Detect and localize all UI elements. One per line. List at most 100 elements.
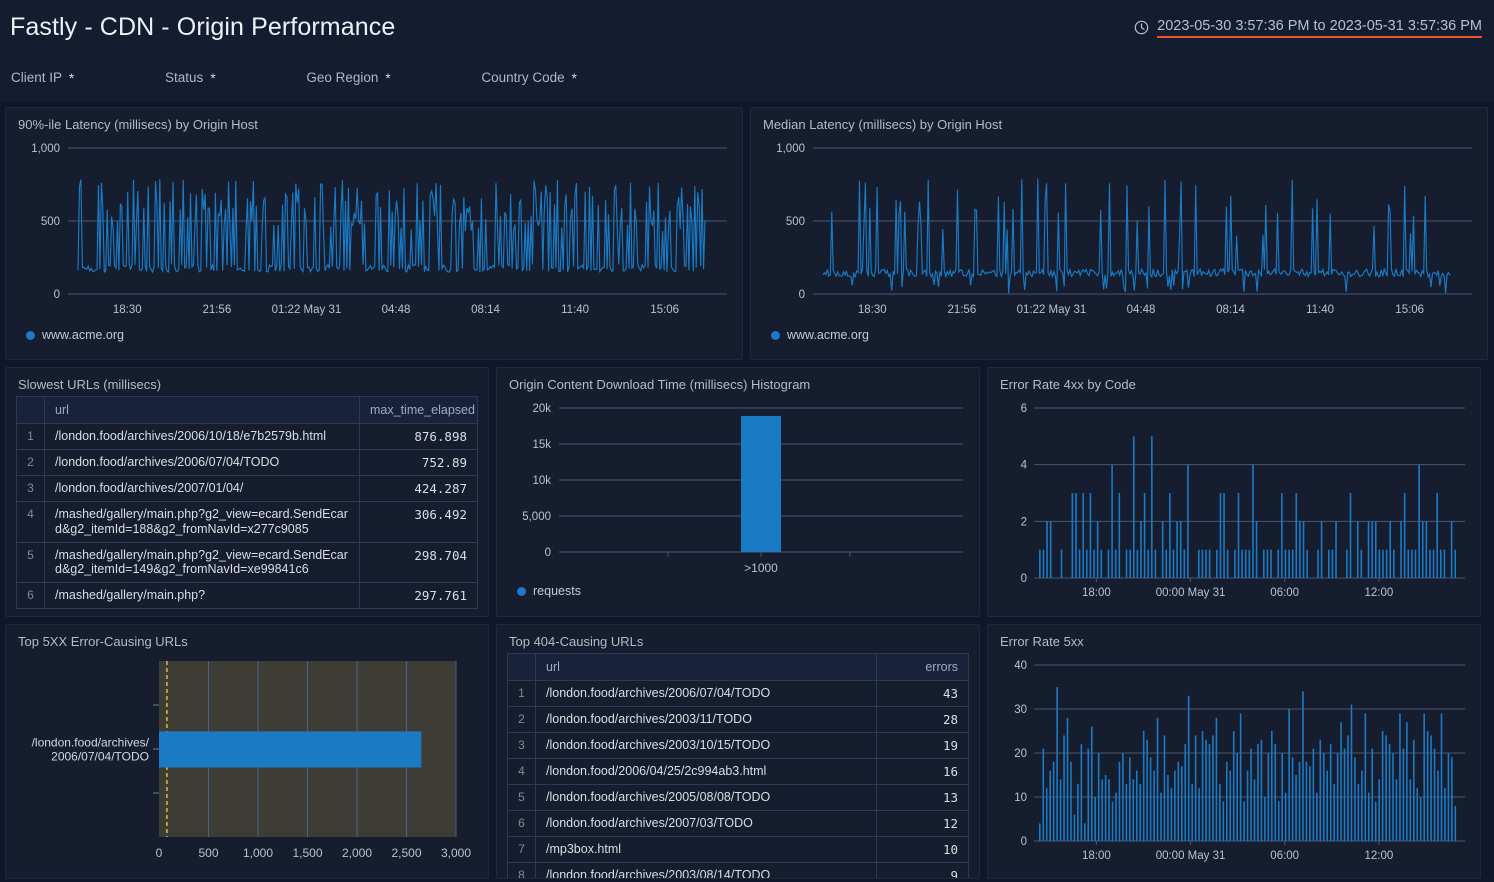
svg-text:1,500: 1,500 [292,846,322,860]
cell-url[interactable]: /london.food/archives/2007/03/TODO [536,811,877,837]
legend-dot-icon [771,331,780,340]
svg-text:20k: 20k [532,403,551,415]
table-top-404-urls[interactable]: url errors 1/london.food/archives/2006/0… [507,653,969,879]
chart-error-4xx[interactable]: 024618:0000:00 May 3106:0012:00 [998,396,1470,606]
cell-errors: 10 [877,837,969,863]
svg-text:500: 500 [41,216,60,228]
cell-url[interactable]: /london.food/archives/2003/10/15/TODO [536,733,877,759]
column-header-url[interactable]: url [536,654,877,681]
cell-errors: 9 [877,863,969,880]
svg-text:12:00: 12:00 [1364,587,1393,599]
svg-text:0: 0 [545,547,551,559]
chart-top-5xx-urls[interactable]: 05001,0001,5002,0002,5003,000/london.foo… [16,653,478,869]
svg-text:15k: 15k [532,439,551,451]
table-row[interactable]: 8/london.food/archives/2003/08/14/TODO9 [508,863,969,880]
chart-download-histogram[interactable]: 05,00010k15k20k>1000 [507,396,969,582]
cell-errors: 13 [877,785,969,811]
svg-text:1,000: 1,000 [243,846,273,860]
legend-label[interactable]: requests [533,584,581,598]
row-index: 8 [508,863,536,880]
svg-text:6: 6 [1021,403,1027,415]
cell-url[interactable]: /london.food/archives/2006/07/04/TODO [45,450,360,476]
svg-text:2: 2 [1021,516,1027,528]
svg-text:500: 500 [786,216,805,228]
svg-text:1,000: 1,000 [31,143,60,155]
cell-url[interactable]: /london.food/archives/2007/01/04/ [45,476,360,502]
cell-url[interactable]: /london.food/archives/2005/08/08/TODO [536,785,877,811]
filter-value-geo-region[interactable]: * [385,71,390,86]
chart-median-latency[interactable]: 05001,00018:3021:5601:22 May 3104:4808:1… [761,136,1477,326]
panel-title: Median Latency (millisecs) by Origin Hos… [763,117,1477,132]
cell-url[interactable]: /mashed/gallery/main.php?g2_view=ecard.S… [45,502,360,543]
svg-text:500: 500 [198,846,218,860]
time-range-picker[interactable]: 2023-05-30 3:57:36 PM to 2023-05-31 3:57… [1134,18,1482,38]
table-slowest-urls[interactable]: url max_time_elapsed 1/london.food/archi… [16,396,478,609]
cell-url[interactable]: /mp3box.html [536,837,877,863]
filter-geo-region[interactable]: Geo Region * [306,70,447,88]
filter-label: Country Code [481,70,564,88]
cell-url[interactable]: /london.food/archives/2006/10/18/e7b2579… [45,424,360,450]
panel-top-404: Top 404-Causing URLs url errors 1/london… [496,624,980,879]
filter-client-ip[interactable]: Client IP * [11,70,131,88]
table-row[interactable]: 4/mashed/gallery/main.php?g2_view=ecard.… [17,502,478,543]
svg-text:2006/07/04/TODO: 2006/07/04/TODO [51,749,149,763]
table-row[interactable]: 3/london.food/archives/2003/10/15/TODO19 [508,733,969,759]
panel-title: Slowest URLs (millisecs) [18,377,478,392]
table-row[interactable]: 2/london.food/archives/2003/11/TODO28 [508,707,969,733]
table-row[interactable]: 7/mp3box.html10 [508,837,969,863]
svg-text:21:56: 21:56 [947,304,976,316]
row-index: 3 [17,476,45,502]
table-header-row: url max_time_elapsed [17,397,478,424]
table-row[interactable]: 6/mashed/gallery/main.php?297.761 [17,583,478,609]
cell-url[interactable]: /london.food/archives/2003/11/TODO [536,707,877,733]
table-row[interactable]: 5/mashed/gallery/main.php?g2_view=ecard.… [17,542,478,583]
panel-title: Error Rate 5xx [1000,634,1470,649]
table-row[interactable]: 3/london.food/archives/2007/01/04/424.28… [17,476,478,502]
svg-text:08:14: 08:14 [1216,304,1245,316]
legend-label[interactable]: www.acme.org [42,328,124,342]
table-row[interactable]: 4/london.food/2006/04/25/2c994ab3.html16 [508,759,969,785]
cell-url[interactable]: /london.food/archives/2003/08/14/TODO [536,863,877,880]
row-index: 6 [508,811,536,837]
cell-url[interactable]: /mashed/gallery/main.php? [45,583,360,609]
panel-title: Origin Content Download Time (millisecs)… [509,377,969,392]
filter-value-country-code[interactable]: * [572,71,577,86]
column-header-url[interactable]: url [45,397,360,424]
cell-url[interactable]: /mashed/gallery/main.php?g2_view=ecard.S… [45,542,360,583]
table-row[interactable]: 1/london.food/archives/2006/07/04/TODO43 [508,681,969,707]
svg-text:0: 0 [1021,836,1027,848]
svg-text:0: 0 [54,289,60,301]
svg-text:10: 10 [1014,792,1027,804]
table-row[interactable]: 2/london.food/archives/2006/07/04/TODO75… [17,450,478,476]
filter-value-client-ip[interactable]: * [69,71,74,86]
svg-text:/london.food/archives/: /london.food/archives/ [32,735,150,749]
column-header-errors[interactable]: errors [877,654,969,681]
svg-text:0: 0 [799,289,805,301]
filter-status[interactable]: Status * [165,70,272,88]
chart-p90-latency[interactable]: 05001,00018:3021:5601:22 May 3104:4808:1… [16,136,732,326]
svg-text:4: 4 [1021,460,1028,472]
row-index: 1 [17,424,45,450]
table-row[interactable]: 1/london.food/archives/2006/10/18/e7b257… [17,424,478,450]
panel-title: Top 404-Causing URLs [509,634,969,649]
svg-text:04:48: 04:48 [382,304,411,316]
cell-url[interactable]: /london.food/archives/2006/07/04/TODO [536,681,877,707]
svg-text:11:40: 11:40 [561,304,589,316]
dashboard-grid: 90%-ile Latency (millisecs) by Origin Ho… [0,102,1494,879]
panel-median-latency: Median Latency (millisecs) by Origin Hos… [750,107,1488,360]
panel-error-5xx: Error Rate 5xx 01020304018:0000:00 May 3… [987,624,1481,879]
cell-url[interactable]: /london.food/2006/04/25/2c994ab3.html [536,759,877,785]
time-range-label[interactable]: 2023-05-30 3:57:36 PM to 2023-05-31 3:57… [1157,18,1482,38]
chart-error-5xx[interactable]: 01020304018:0000:00 May 3106:0012:00 [998,653,1470,869]
table-row[interactable]: 5/london.food/archives/2005/08/08/TODO13 [508,785,969,811]
table-row[interactable]: 6/london.food/archives/2007/03/TODO12 [508,811,969,837]
row-index: 5 [17,542,45,583]
row-index-header [508,654,536,681]
svg-text:21:56: 21:56 [202,304,231,316]
cell-errors: 28 [877,707,969,733]
filter-country-code[interactable]: Country Code * [481,70,633,88]
legend-label[interactable]: www.acme.org [787,328,869,342]
column-header-max-time-elapsed[interactable]: max_time_elapsed [360,397,478,424]
filter-label: Geo Region [306,70,378,88]
filter-value-status[interactable]: * [210,71,215,86]
